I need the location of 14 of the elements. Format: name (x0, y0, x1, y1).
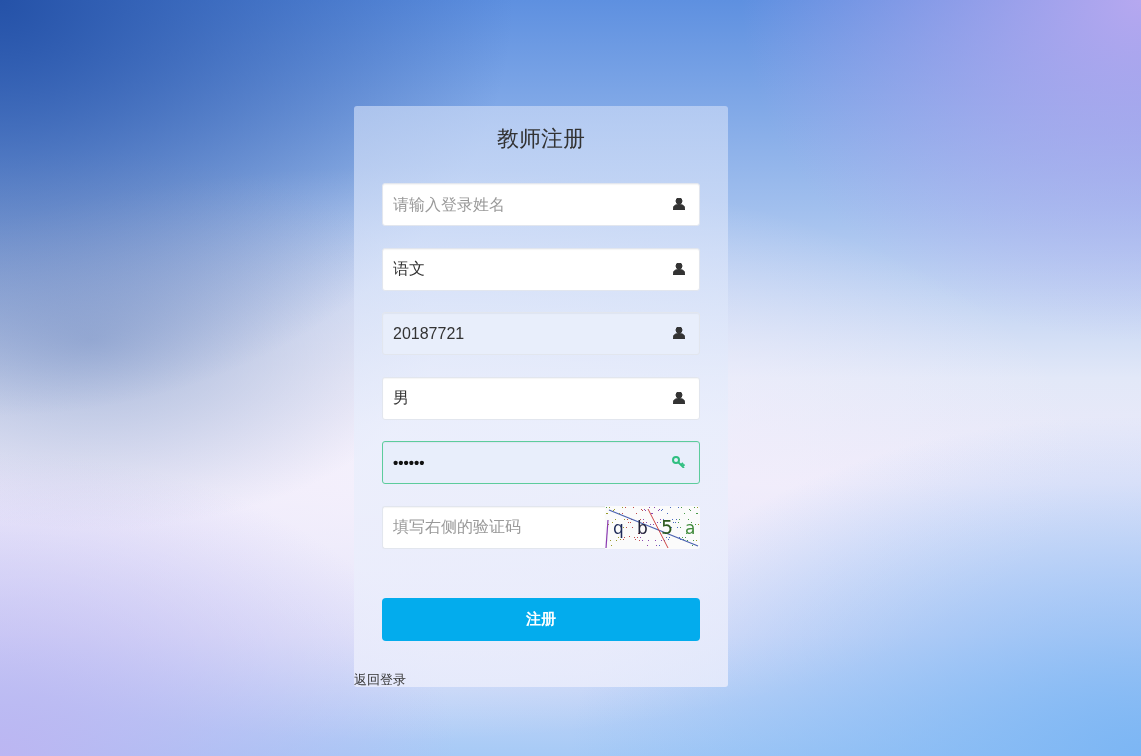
text-field[interactable]: 语文 (382, 247, 700, 291)
text-field[interactable]: 请输入登录姓名 (382, 183, 700, 226)
user-icon (673, 327, 685, 340)
user-icon (673, 391, 685, 404)
captcha-field[interactable]: 填写右侧的验证码 (382, 505, 605, 549)
text-field[interactable]: 20187721 (382, 312, 700, 356)
captcha-image[interactable]: q b 5 a (605, 505, 700, 549)
user-icon (673, 198, 685, 210)
user-icon (673, 262, 685, 275)
key-icon (672, 456, 685, 469)
form-title: 教师注册 (496, 125, 586, 153)
back-to-login-link[interactable]: 返回登录 (354, 671, 406, 687)
password-field[interactable]: •••••• (382, 441, 700, 485)
text-field[interactable]: 男 (382, 376, 700, 420)
